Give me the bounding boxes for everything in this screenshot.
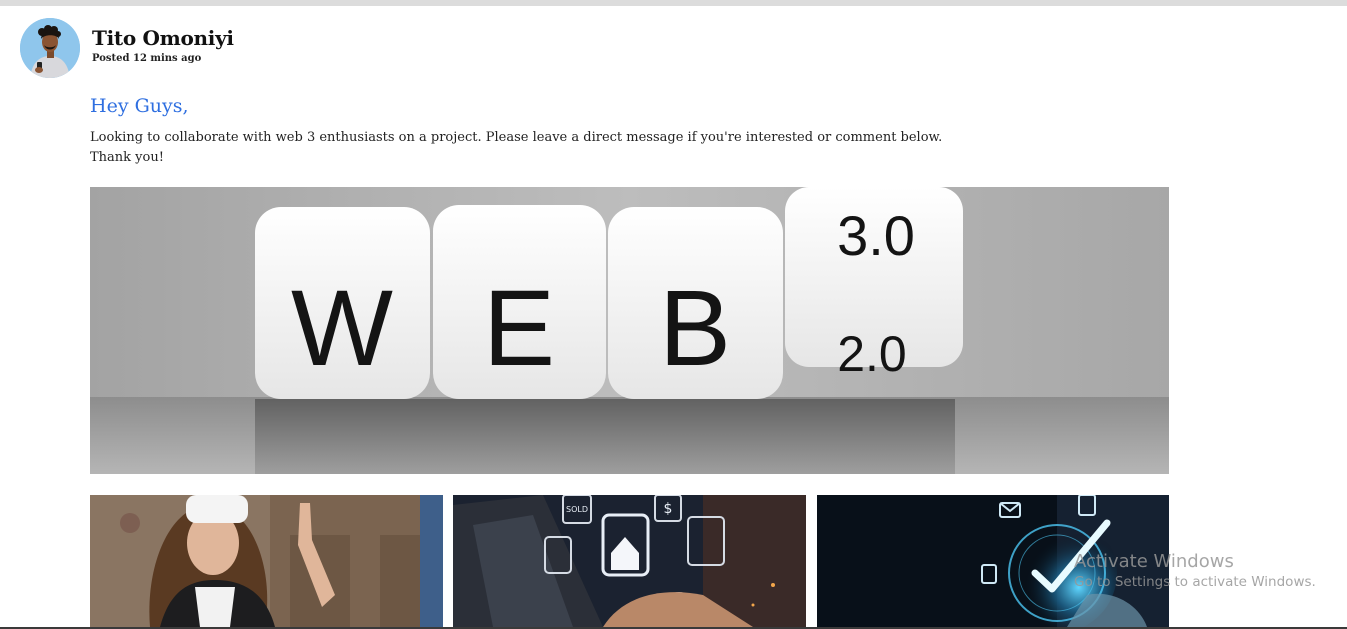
watermark-subtitle: Go to Settings to activate Windows. bbox=[1074, 574, 1316, 590]
real-estate-tech-photo: SOLD $ bbox=[453, 495, 806, 627]
author-name[interactable]: Tito Omoniyi bbox=[92, 26, 234, 50]
hero-letter-e: E bbox=[483, 267, 555, 388]
windows-activation-watermark: Activate Windows Go to Settings to activ… bbox=[1074, 551, 1316, 590]
web3-dice-illustration: W E B 3.0 2.0 bbox=[90, 187, 1169, 474]
hero-letter-w: W bbox=[291, 267, 393, 388]
top-divider bbox=[0, 0, 1347, 6]
sold-badge: SOLD bbox=[566, 505, 588, 514]
post-timestamp: Posted 12 mins ago bbox=[92, 53, 202, 64]
hero-version-top: 3.0 bbox=[837, 204, 915, 267]
author-block: Tito Omoniyi Posted 12 mins ago bbox=[92, 26, 234, 64]
post-header: Tito Omoniyi Posted 12 mins ago bbox=[20, 18, 234, 78]
post-greeting: Hey Guys, bbox=[90, 95, 189, 117]
hero-version-bottom: 2.0 bbox=[837, 326, 907, 382]
hero-image[interactable]: W E B 3.0 2.0 bbox=[90, 187, 1169, 474]
hero-letter-b: B bbox=[659, 267, 731, 388]
gallery-thumbnail[interactable] bbox=[90, 495, 443, 627]
gallery-thumbnail[interactable]: SOLD $ bbox=[453, 495, 806, 627]
post-body: Looking to collaborate with web 3 enthus… bbox=[90, 128, 942, 168]
post-body-line: Looking to collaborate with web 3 enthus… bbox=[90, 130, 943, 145]
vr-headset-photo bbox=[90, 495, 443, 627]
avatar[interactable] bbox=[20, 18, 80, 78]
dollar-icon: $ bbox=[664, 501, 673, 517]
watermark-title: Activate Windows bbox=[1074, 551, 1234, 572]
user-portrait-icon bbox=[20, 18, 80, 78]
post-body-line: Thank you! bbox=[90, 150, 164, 165]
